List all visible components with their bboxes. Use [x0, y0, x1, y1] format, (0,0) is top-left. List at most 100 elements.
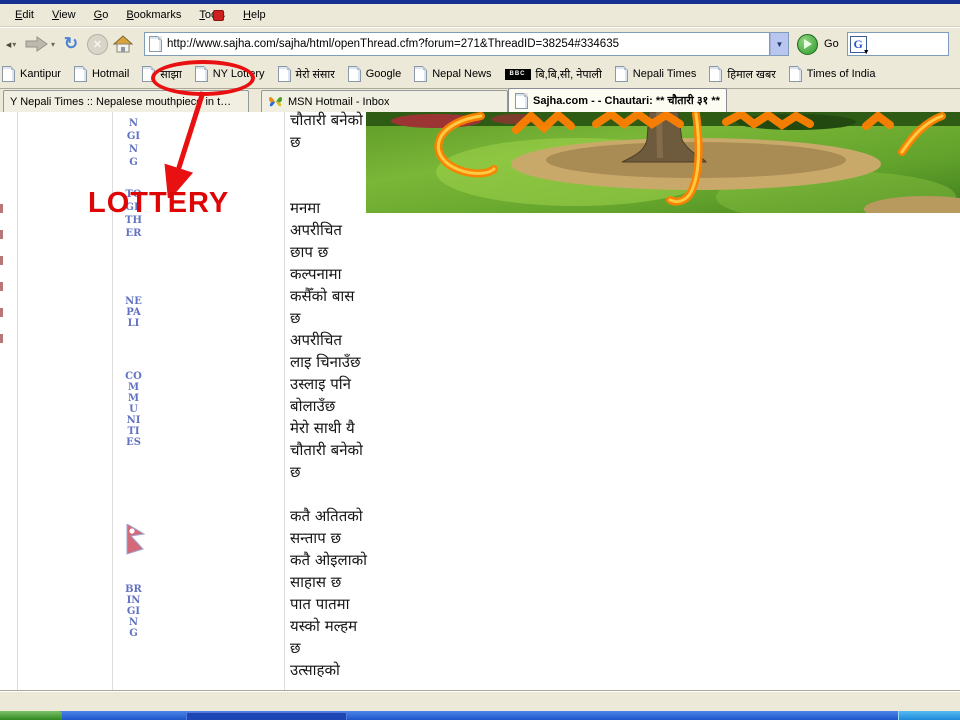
left-edge-mark	[0, 282, 3, 291]
page-icon	[2, 66, 15, 82]
forward-dropdown-icon[interactable]: ▾	[51, 40, 55, 49]
table-border	[17, 112, 18, 690]
poem-line: यस्को मल्हम	[290, 615, 380, 637]
poem-line: कल्पनामा	[290, 263, 380, 285]
back-dropdown-icon[interactable]: ▾	[12, 40, 16, 49]
search-engine-dropdown-icon[interactable]: ▼	[863, 48, 870, 56]
reload-button[interactable]: ↻	[59, 34, 83, 54]
left-edge-mark	[0, 308, 3, 317]
poem-line: छ	[290, 637, 380, 659]
banner-photo	[366, 112, 960, 213]
url-input[interactable]: http://www.sajha.com/sajha/html/openThre…	[144, 32, 770, 56]
home-button[interactable]	[112, 35, 134, 53]
bookmark-label: साझा	[160, 67, 181, 82]
bookmark-item[interactable]: Google	[348, 66, 401, 82]
poem-line: छाप छ	[290, 241, 380, 263]
bookmark-label: NY Lottery	[213, 68, 265, 80]
poem-line: मेरो साथी यै	[290, 417, 380, 439]
vertical-slogan-word: NEPALI	[125, 296, 142, 329]
stop-button[interactable]: ✕	[87, 34, 108, 55]
vertical-slogan-word: BRINGING	[125, 584, 142, 639]
left-edge-mark	[0, 230, 3, 239]
status-bar	[0, 690, 960, 712]
poem-line: पात पातमा	[290, 593, 380, 615]
msn-butterfly-icon	[268, 95, 283, 108]
bookmark-item[interactable]: मेरो संसार	[278, 66, 335, 82]
page-icon	[709, 66, 722, 82]
menu-item[interactable]: Help	[234, 6, 275, 24]
bookmark-label: Kantipur	[20, 68, 61, 80]
menu-bar: Edit View Go Bookmarks Tools Help	[0, 4, 960, 27]
page-icon	[348, 66, 361, 82]
google-logo-icon[interactable]: G ▼	[850, 36, 867, 53]
page-icon	[414, 66, 427, 82]
bookmark-item[interactable]: NY Lottery	[195, 66, 265, 82]
bookmark-label: Nepal News	[432, 68, 491, 80]
poem-line: साहास छ	[290, 571, 380, 593]
forward-button[interactable]: ▾	[24, 35, 55, 53]
bookmark-label: हिमाल खबर	[727, 67, 775, 82]
bookmark-label: Times of India	[807, 68, 876, 80]
go-label[interactable]: Go	[824, 38, 839, 50]
poem-line: लाइ चिनाउँछ	[290, 351, 380, 373]
bookmark-item[interactable]: Times of India	[789, 66, 876, 82]
page-icon	[74, 66, 87, 82]
left-edge-mark	[0, 334, 3, 343]
home-icon	[112, 35, 134, 53]
menu-item[interactable]: Bookmarks	[117, 6, 190, 24]
page-icon	[149, 36, 162, 52]
system-tray	[898, 711, 960, 720]
bookmark-item[interactable]: हिमाल खबर	[709, 66, 775, 82]
navigation-toolbar: ◂▾ ▾ ↻ ✕ http://www.sajha.com/sajha/html…	[0, 27, 960, 61]
page-icon	[615, 66, 628, 82]
menu-item[interactable]: View	[43, 6, 85, 24]
poem-line: चौतारी बनेको	[290, 439, 380, 461]
poem-line: बोलाउँछ	[290, 395, 380, 417]
page-icon	[789, 66, 802, 82]
bookmark-label: मेरो संसार	[296, 67, 335, 82]
poem-line: कसैँको बास	[290, 285, 380, 307]
bookmarks-toolbar: Kantipur Hotmail साझा NY Lott	[0, 60, 960, 89]
poem-line: कतै ओइलाको	[290, 549, 380, 571]
back-button[interactable]: ◂▾	[2, 38, 20, 51]
url-dropdown-button[interactable]: ▼	[770, 32, 789, 56]
page-content: NGING TOGETHER NEPALI COMMUNITIES BRINGI…	[0, 112, 960, 690]
bookmark-label: बि,बि,सी, नेपाली	[536, 67, 602, 82]
poem-line: उस्लाइ पनि	[290, 373, 380, 395]
go-button[interactable]	[797, 34, 818, 55]
menu-item[interactable]: Edit	[6, 6, 43, 24]
bookmark-item[interactable]: Hotmail	[74, 66, 129, 82]
lottery-annotation-label: LOTTERY	[88, 187, 229, 220]
tab-title: MSN Hotmail - Inbox	[288, 96, 389, 108]
poem-line: सन्ताप छ	[290, 527, 380, 549]
page-icon	[278, 66, 291, 82]
bookmark-item[interactable]: साझा	[142, 66, 181, 82]
start-button[interactable]	[0, 711, 62, 720]
vertical-slogan-word: COMMUNITIES	[125, 371, 142, 448]
bookmark-item[interactable]: Nepal News	[414, 66, 491, 82]
tab-title: Y Nepali Times :: Nepalese mouthpiece in…	[10, 96, 231, 108]
nepal-flag-icon	[126, 524, 148, 560]
page-icon	[515, 93, 528, 109]
bookmark-label: Nepali Times	[633, 68, 697, 80]
poem-line: उत्साहको	[290, 659, 380, 681]
menu-item[interactable]: Go	[85, 6, 118, 24]
browser-tab[interactable]: Sajha.com - - Chautari: ** चौतारी ३१ **	[508, 88, 727, 112]
bookmark-item[interactable]: BBC बि,बि,सी, नेपाली	[505, 67, 602, 82]
poem-line: अपरीचित	[290, 219, 380, 241]
browser-tab[interactable]: Y Nepali Times :: Nepalese mouthpiece in…	[3, 90, 249, 112]
bookmark-item[interactable]: Kantipur	[2, 66, 61, 82]
page-icon	[142, 66, 155, 82]
poem-line	[290, 483, 380, 505]
lawn-tree-image	[366, 112, 960, 213]
bookmark-item[interactable]: Nepali Times	[615, 66, 697, 82]
page-icon	[195, 66, 208, 82]
taskbar-window-button[interactable]	[186, 712, 347, 720]
reload-icon: ↻	[64, 34, 78, 54]
tab-title: Sajha.com - - Chautari: ** चौतारी ३१ **	[533, 93, 720, 108]
bookmark-label: Google	[366, 68, 401, 80]
table-border	[284, 112, 285, 690]
google-search-input[interactable]: G ▼	[847, 32, 949, 56]
extension-icon[interactable]	[213, 10, 224, 21]
stop-icon: ✕	[93, 38, 102, 51]
